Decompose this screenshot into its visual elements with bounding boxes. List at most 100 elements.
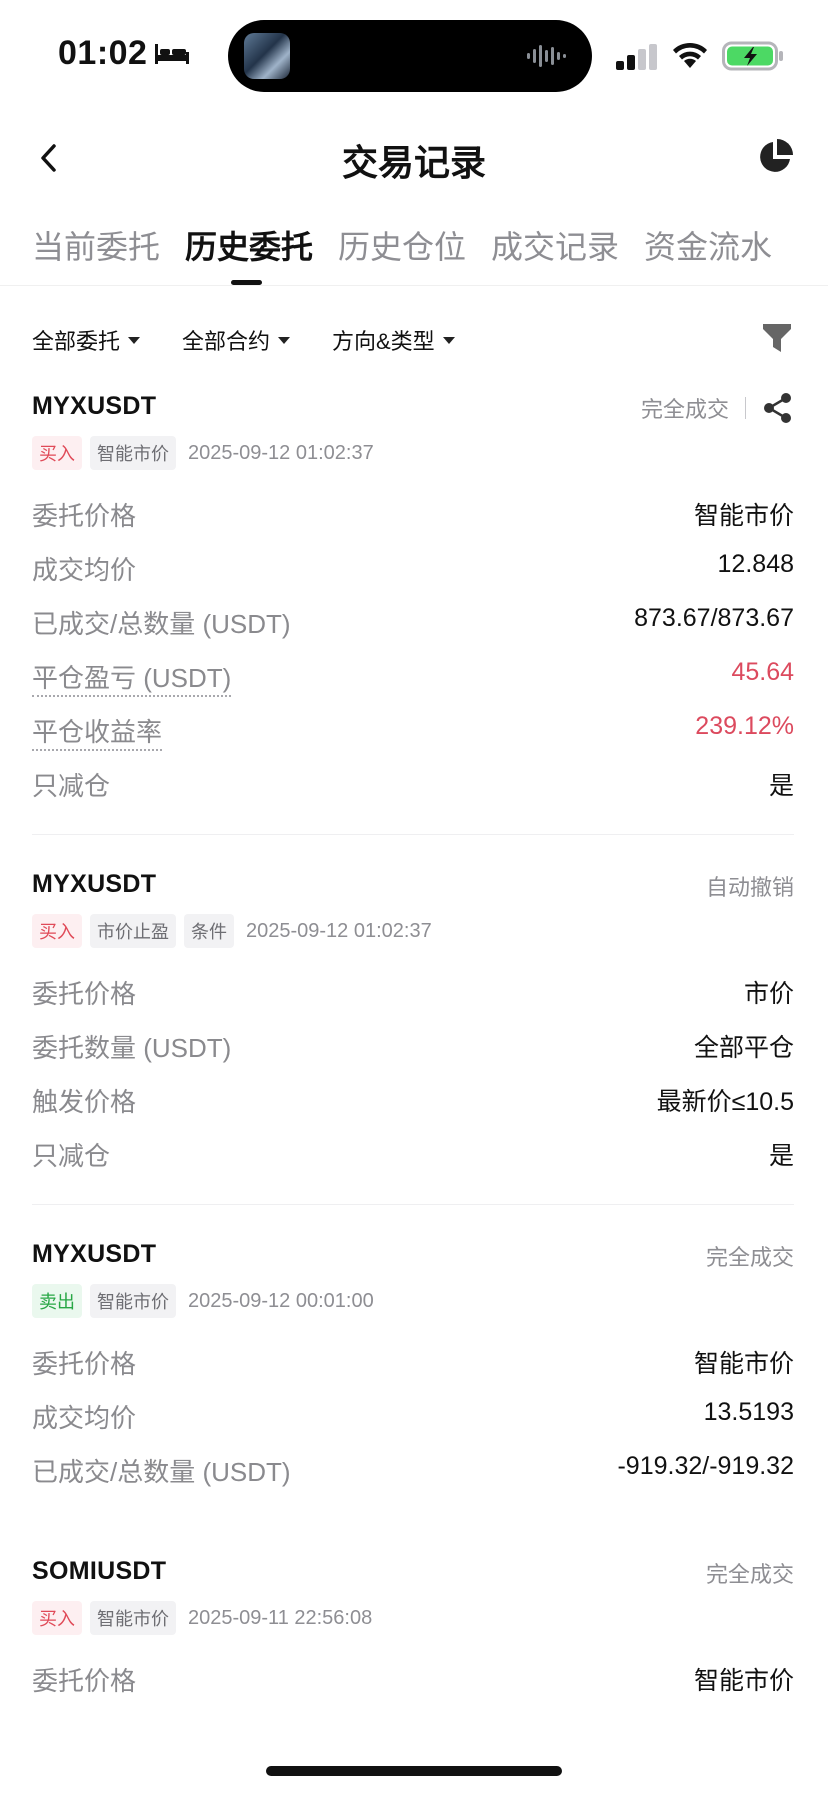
now-playing-artwork — [244, 33, 290, 79]
trade-records-screen: 01:02 交易记录 当前委托 历史委托 历史仓位 成交记录 资金流水 全部委托… — [0, 0, 828, 1795]
share-icon[interactable] — [762, 392, 794, 424]
order-type-tag: 市价止盈 — [90, 914, 176, 948]
field-value: 是 — [768, 1142, 794, 1170]
tab-trade-history[interactable]: 成交记录 — [491, 222, 619, 268]
field-label: 成交均价 — [32, 1403, 137, 1433]
order-field-row: 触发价格 最新价≤10.5 — [32, 1082, 794, 1122]
order-time: 2025-09-11 22:56:08 — [188, 1606, 373, 1629]
order-symbol: MYXUSDT — [32, 870, 157, 898]
filter-all-contracts[interactable]: 全部合约 — [182, 324, 291, 356]
filter-direction-type[interactable]: 方向&类型 — [332, 324, 455, 356]
field-value-pnl: 45.64 — [731, 658, 794, 686]
dynamic-island[interactable] — [228, 20, 592, 92]
order-field-row: 已成交/总数量 (USDT) 873.67/873.67 — [32, 604, 794, 644]
field-label: 委托数量 (USDT) — [32, 1033, 232, 1063]
audio-waveform-icon — [527, 45, 566, 67]
filter-all-orders[interactable]: 全部委托 — [32, 324, 141, 356]
cellular-signal-icon — [616, 44, 657, 70]
battery-charging-icon — [722, 41, 783, 71]
order-symbol: SOMIUSDT — [32, 1557, 167, 1585]
order-field-row: 平仓盈亏 (USDT) 45.64 — [32, 658, 794, 698]
field-label: 只减仓 — [32, 771, 111, 801]
field-value: 市价 — [743, 980, 794, 1008]
order-symbol: MYXUSDT — [32, 392, 157, 420]
sleep-bed-icon — [155, 44, 189, 64]
pie-chart-icon[interactable] — [756, 138, 794, 176]
field-label-tooltip[interactable]: 平仓盈亏 (USDT) — [32, 658, 232, 697]
page-title: 交易记录 — [341, 142, 486, 183]
filter-direction-type-label: 方向&类型 — [332, 329, 435, 354]
status-time: 01:02 — [58, 34, 148, 72]
field-value: 是 — [768, 772, 794, 800]
order-card[interactable]: SOMIUSDT 完全成交 买入 智能市价 2025-09-11 22:56:0… — [0, 1557, 828, 1727]
nav-header: 交易记录 — [0, 110, 828, 206]
order-type-tag: 智能市价 — [90, 436, 176, 470]
order-field-row: 委托价格 智能市价 — [32, 1661, 794, 1701]
order-tags: 买入 市价止盈 条件 2025-09-12 01:02:37 — [32, 914, 432, 948]
field-value: 12.848 — [717, 550, 794, 578]
order-field-row: 委托数量 (USDT) 全部平仓 — [32, 1028, 794, 1068]
field-label: 触发价格 — [32, 1087, 137, 1117]
active-tab-indicator — [231, 280, 262, 285]
side-tag: 买入 — [32, 436, 82, 470]
filter-all-orders-label: 全部委托 — [32, 329, 121, 354]
field-value: 全部平仓 — [693, 1034, 794, 1062]
order-status-area: 完全成交 — [641, 392, 794, 424]
order-status: 完全成交 — [705, 1562, 794, 1587]
tab-position-history[interactable]: 历史仓位 — [338, 222, 466, 268]
filter-bar: 全部委托 全部合约 方向&类型 — [0, 316, 828, 366]
tab-order-history[interactable]: 历史委托 — [185, 222, 313, 268]
order-field-row: 已成交/总数量 (USDT) -919.32/-919.32 — [32, 1452, 794, 1492]
order-field-row: 委托价格 智能市价 — [32, 496, 794, 536]
field-label: 已成交/总数量 (USDT) — [32, 609, 291, 639]
field-value: 873.67/873.67 — [634, 604, 794, 632]
field-value-roi: 239.12% — [695, 712, 794, 740]
status-bar: 01:02 — [0, 0, 828, 110]
record-tabs: 当前委托 历史委托 历史仓位 成交记录 资金流水 — [0, 214, 828, 286]
order-tags: 卖出 智能市价 2025-09-12 00:01:00 — [32, 1284, 374, 1318]
order-tags: 买入 智能市价 2025-09-11 22:56:08 — [32, 1601, 372, 1635]
order-status: 自动撤销 — [705, 875, 794, 900]
order-field-row: 委托价格 市价 — [32, 974, 794, 1014]
order-status: 完全成交 — [640, 397, 729, 422]
order-field-row: 只减仓 是 — [32, 766, 794, 806]
tab-fund-flow[interactable]: 资金流水 — [644, 222, 772, 268]
field-value: 最新价≤10.5 — [656, 1088, 794, 1116]
tab-current-orders[interactable]: 当前委托 — [32, 222, 160, 268]
field-value: 13.5193 — [703, 1398, 794, 1426]
order-field-row: 平仓收益率 239.12% — [32, 712, 794, 752]
field-label: 委托价格 — [32, 501, 137, 531]
side-tag: 卖出 — [32, 1284, 82, 1318]
order-status-area: 完全成交 — [706, 1557, 794, 1589]
field-label: 委托价格 — [32, 1666, 137, 1696]
field-value: 智能市价 — [693, 1667, 794, 1695]
field-value: 智能市价 — [693, 1350, 794, 1378]
order-field-row: 成交均价 12.848 — [32, 550, 794, 590]
wifi-icon — [673, 42, 707, 68]
caret-down-icon — [278, 336, 291, 344]
field-label-tooltip[interactable]: 平仓收益率 — [32, 712, 163, 751]
order-card[interactable]: MYXUSDT 完全成交 买入 智能市价 2025-09-12 01:02:37… — [0, 392, 828, 832]
order-time: 2025-09-12 00:01:00 — [188, 1289, 374, 1312]
condition-tag: 条件 — [184, 914, 234, 948]
filter-all-contracts-label: 全部合约 — [182, 329, 271, 354]
order-tags: 买入 智能市价 2025-09-12 01:02:37 — [32, 436, 374, 470]
order-field-row: 只减仓 是 — [32, 1136, 794, 1176]
field-value: -919.32/-919.32 — [617, 1452, 794, 1480]
card-divider — [32, 834, 794, 835]
order-card[interactable]: MYXUSDT 完全成交 卖出 智能市价 2025-09-12 00:01:00… — [0, 1240, 828, 1487]
home-indicator[interactable] — [266, 1766, 562, 1776]
field-label: 已成交/总数量 (USDT) — [32, 1457, 291, 1487]
order-time: 2025-09-12 01:02:37 — [246, 919, 432, 942]
order-card[interactable]: MYXUSDT 自动撤销 买入 市价止盈 条件 2025-09-12 01:02… — [0, 870, 828, 1200]
order-type-tag: 智能市价 — [90, 1284, 176, 1318]
field-label: 委托价格 — [32, 1349, 137, 1379]
side-tag: 买入 — [32, 1601, 82, 1635]
field-label: 只减仓 — [32, 1141, 111, 1171]
order-status: 完全成交 — [705, 1245, 794, 1270]
order-field-row: 成交均价 13.5193 — [32, 1398, 794, 1438]
field-value: 智能市价 — [693, 502, 794, 530]
order-type-tag: 智能市价 — [90, 1601, 176, 1635]
side-tag: 买入 — [32, 914, 82, 948]
funnel-filter-icon[interactable] — [762, 322, 792, 356]
